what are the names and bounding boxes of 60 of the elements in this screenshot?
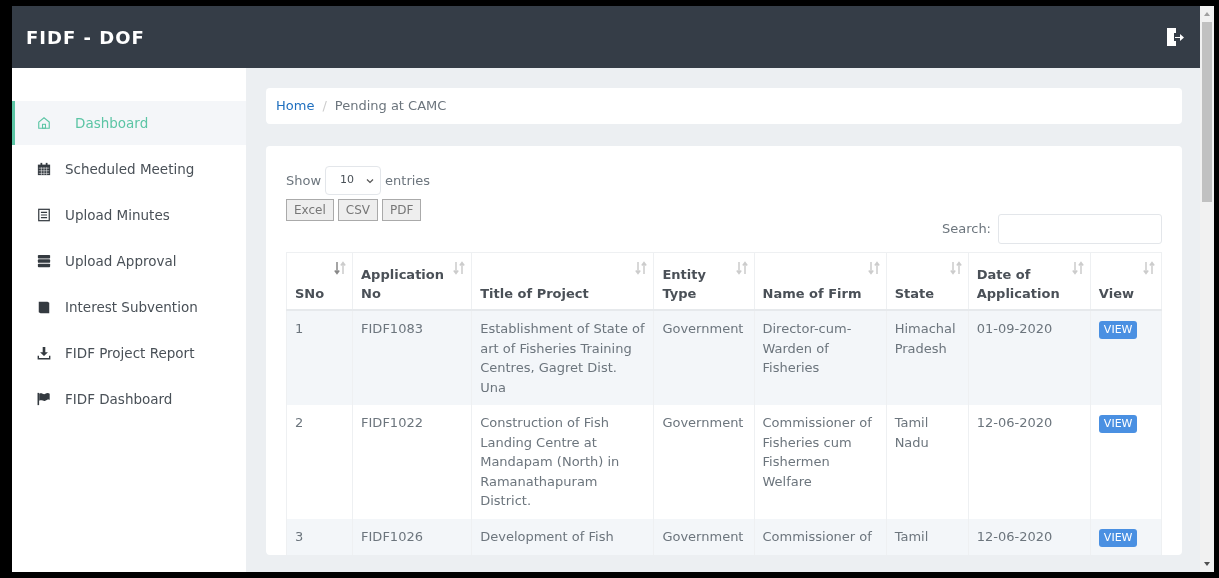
table-cell: Director-cum-Warden of Fisheries — [762, 321, 852, 375]
table-cell: 12-06-2020 — [976, 415, 1053, 430]
table-cell: Construction of Fish Landing Centre at Mandapam (North) in Ramanathapuram District. — [480, 415, 620, 508]
sort-icon[interactable] — [453, 261, 466, 275]
flag-icon — [37, 392, 51, 406]
sort-icon[interactable] — [867, 261, 880, 275]
table-cell: 3 — [295, 528, 304, 544]
table-cell: 12-06-2020 — [976, 528, 1053, 544]
search-label: Search: — [941, 220, 991, 239]
scroll-down-icon[interactable] — [1203, 560, 1211, 568]
sort-icon[interactable] — [1143, 261, 1155, 275]
logout-icon[interactable] — [1166, 27, 1184, 47]
sort-icon[interactable] — [949, 261, 962, 275]
breadcrumb-current: Pending at CAMC — [334, 97, 447, 116]
sort-icon[interactable] — [735, 261, 748, 275]
table-cell: Commissioner of Fisheries cum Fishermen Welfare — [762, 415, 872, 489]
table-cell: 1 — [295, 321, 304, 336]
sort-icon[interactable] — [334, 261, 347, 275]
sidebar-item[interactable]: FIDF Dashboard — [12, 377, 246, 421]
table-cell: Commissioner of — [762, 528, 872, 544]
table-cell: FIDF1022 — [361, 415, 423, 430]
table-cell: Government — [662, 415, 744, 430]
server-icon — [37, 254, 51, 268]
export-button[interactable]: PDF — [382, 199, 422, 221]
sidebar-item[interactable]: Scheduled Meeting — [12, 147, 246, 191]
entries-label: entries — [385, 171, 431, 190]
table-cell: Tamil — [894, 528, 929, 544]
scrollbar[interactable] — [1200, 6, 1214, 572]
breadcrumb-link[interactable]: Home — [276, 96, 315, 116]
sidebar-item[interactable]: Upload Minutes — [12, 193, 246, 237]
sort-icon[interactable] — [1071, 261, 1084, 275]
entries-select[interactable]: 10 — [325, 166, 382, 195]
sidebar-item[interactable]: FIDF Project Report — [12, 331, 246, 375]
caret-icon[interactable] — [366, 177, 375, 184]
home-icon — [37, 116, 51, 130]
download-icon — [37, 346, 51, 360]
sort-icon[interactable] — [635, 261, 648, 275]
export-button[interactable]: Excel — [286, 199, 334, 221]
table-cell: Government — [662, 528, 744, 544]
calendar-icon — [37, 162, 51, 176]
list-icon — [37, 208, 51, 222]
table-cell: 2 — [295, 415, 304, 430]
table-cell: 01-09-2020 — [976, 321, 1053, 336]
table-cell: Himachal Pradesh — [894, 321, 956, 356]
table-cell: FIDF1083 — [361, 321, 423, 336]
table-cell: Government — [662, 321, 744, 336]
app-title: FIDF - DOF — [26, 25, 145, 50]
table-cell: Tamil Nadu — [894, 415, 929, 450]
scrollbar-thumb[interactable] — [1202, 22, 1212, 202]
table-cell: Development of Fish — [480, 528, 614, 544]
sidebar-item[interactable]: Upload Approval — [12, 239, 246, 283]
show-label: Show — [286, 171, 322, 190]
table-cell: Establishment of State of art of Fisheries Training Centres, Gagret Dist. Una — [480, 321, 645, 395]
table-cell: FIDF1026 — [361, 528, 423, 544]
book-icon — [37, 300, 51, 314]
sidebar-item[interactable]: Interest Subvention — [12, 285, 246, 329]
export-button[interactable]: CSV — [337, 199, 378, 221]
search-field[interactable] — [998, 214, 1162, 244]
breadcrumb-separator: / — [322, 97, 327, 116]
scroll-up-icon[interactable] — [1203, 10, 1211, 18]
